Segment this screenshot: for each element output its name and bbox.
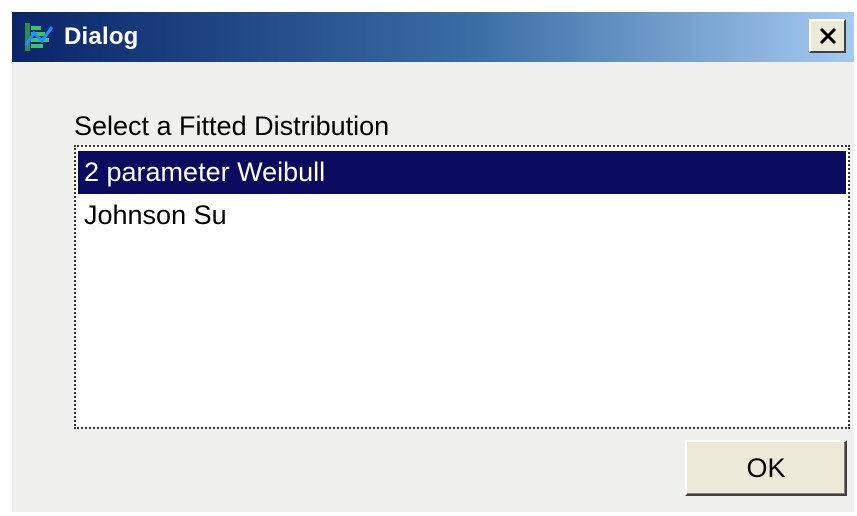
prompt-label: Select a Fitted Distribution — [74, 111, 390, 141]
distribution-listbox[interactable]: 2 parameter Weibull Johnson Su — [74, 145, 850, 429]
list-item-weibull[interactable]: 2 parameter Weibull — [78, 151, 846, 194]
close-icon — [819, 27, 836, 45]
distribution-app-icon — [22, 21, 54, 53]
list-item-johnson-su[interactable]: Johnson Su — [78, 194, 846, 237]
ok-button[interactable]: OK — [685, 440, 847, 496]
dialog-window: Dialog Select a Fitted Distribution 2 pa… — [12, 12, 854, 512]
window-title: Dialog — [64, 23, 139, 50]
title-bar[interactable]: Dialog — [12, 12, 854, 62]
close-button[interactable] — [809, 19, 846, 53]
